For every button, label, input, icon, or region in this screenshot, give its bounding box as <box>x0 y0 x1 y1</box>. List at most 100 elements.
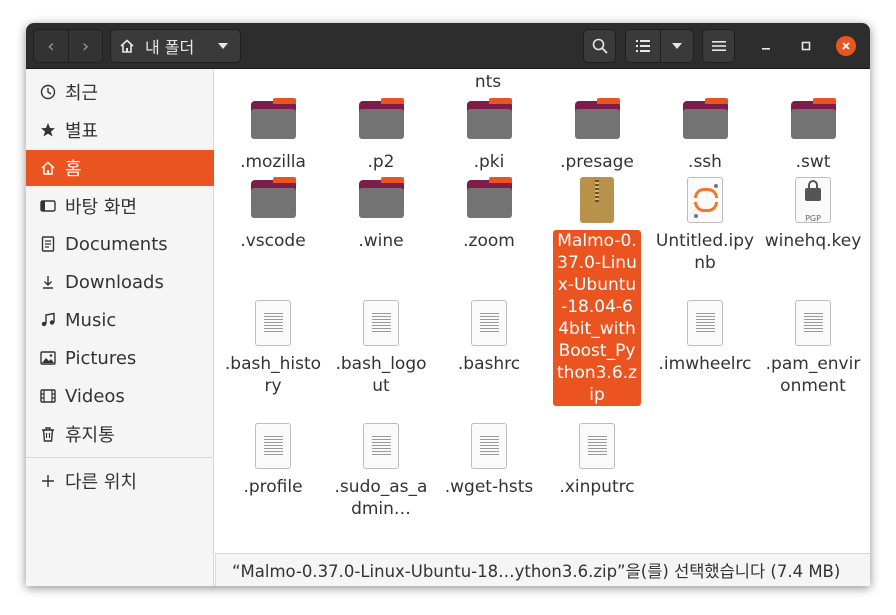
pgp-key-icon: PGP <box>789 176 837 224</box>
file-item-text[interactable]: .bashrc <box>435 299 543 375</box>
search-button[interactable] <box>583 29 616 63</box>
file-item-folder[interactable]: .vscode <box>219 176 327 252</box>
minimize-icon <box>762 48 770 50</box>
close-button[interactable] <box>836 36 856 56</box>
maximize-button[interactable] <box>796 36 816 56</box>
chevron-down-icon <box>671 43 682 49</box>
sidebar-item-label: Pictures <box>65 347 137 369</box>
forward-button[interactable]: › <box>67 30 102 62</box>
folder-icon <box>249 176 297 224</box>
file-label: .bashrc <box>457 354 521 374</box>
file-label: .profile <box>243 477 303 497</box>
folder-icon <box>573 97 621 145</box>
minimize-button[interactable] <box>756 36 776 56</box>
dropdown-arrow-icon[interactable] <box>218 43 229 49</box>
file-label: .pki <box>473 152 505 172</box>
file-item-text[interactable]: .pam_environment <box>759 299 867 397</box>
file-item-notebook[interactable]: Untitled.ipynb <box>651 176 759 274</box>
desktop-icon <box>39 197 57 215</box>
forward-icon: › <box>81 35 90 57</box>
sidebar-item-label: Videos <box>65 385 125 407</box>
home-icon <box>120 39 134 53</box>
sidebar-item-label: 별표 <box>65 121 99 142</box>
sidebar-item-home[interactable]: 홈 <box>26 150 214 186</box>
file-label: .vscode <box>240 231 306 251</box>
file-item-folder[interactable]: .presage <box>543 97 651 173</box>
file-manager-window: ‹ › 내 폴더 최근 별표 홈 바탕 화면 Documents Downloa… <box>26 23 870 586</box>
text-file-icon <box>465 422 513 470</box>
folder-icon <box>465 97 513 145</box>
folder-icon <box>357 97 405 145</box>
sidebar-item-downloads[interactable]: Downloads <box>26 264 214 300</box>
file-label: Malmo-0.37.0-Linux-Ubuntu-18.04-64bit_wi… <box>553 230 641 406</box>
sidebar-item-label: 바탕 화면 <box>65 197 137 218</box>
file-item-partial[interactable]: nts <box>434 69 542 93</box>
file-item-pgp-key[interactable]: PGP winehq.key <box>759 176 867 252</box>
file-label: nts <box>474 72 502 92</box>
file-item-folder[interactable]: .ssh <box>651 97 759 173</box>
file-item-folder[interactable]: .pki <box>435 97 543 173</box>
back-button[interactable]: ‹ <box>34 30 68 62</box>
text-file-icon <box>357 299 405 347</box>
navigation-buttons: ‹ › <box>33 29 103 63</box>
file-item-folder[interactable]: .mozilla <box>219 97 327 173</box>
text-file-icon <box>573 422 621 470</box>
folder-icon <box>357 176 405 224</box>
home-icon <box>39 159 57 177</box>
text-file-icon <box>249 422 297 470</box>
text-file-icon <box>249 299 297 347</box>
sidebar-item-recent[interactable]: 최근 <box>26 74 214 110</box>
maximize-icon <box>801 41 811 51</box>
file-item-text[interactable]: .imwheelrc <box>651 299 759 375</box>
clock-icon <box>39 83 57 101</box>
file-item-text[interactable]: .xinputrc <box>543 422 651 498</box>
file-label: Untitled.ipynb <box>655 231 755 273</box>
trash-icon <box>39 425 57 443</box>
sidebar-item-pictures[interactable]: Pictures <box>26 340 214 376</box>
file-item-text[interactable]: .wget-hsts <box>435 422 543 498</box>
status-text: “Malmo-0.37.0-Linux-Ubuntu-18…ython3.6.z… <box>232 562 841 581</box>
location-label: 내 폴더 <box>145 38 195 57</box>
file-item-text[interactable]: .bash_history <box>219 299 327 397</box>
sidebar-item-label: 최근 <box>65 83 99 104</box>
file-label: .bash_history <box>224 354 322 396</box>
download-icon <box>39 273 57 291</box>
sidebar-item-trash[interactable]: 휴지통 <box>26 416 214 452</box>
sidebar-item-documents[interactable]: Documents <box>26 226 214 262</box>
file-item-folder[interactable]: .zoom <box>435 176 543 252</box>
sidebar-separator <box>26 457 214 458</box>
file-item-text[interactable]: .sudo_as_admin… <box>327 422 435 520</box>
hamburger-menu-icon <box>711 41 726 51</box>
sidebar-item-starred[interactable]: 별표 <box>26 112 214 148</box>
list-view-button[interactable] <box>626 30 660 62</box>
text-file-icon <box>357 422 405 470</box>
archive-icon <box>573 176 621 224</box>
file-label: .presage <box>560 152 634 172</box>
text-file-icon <box>789 299 837 347</box>
file-label: .imwheelrc <box>658 354 752 374</box>
file-item-folder[interactable]: .wine <box>327 176 435 252</box>
file-item-text[interactable]: .profile <box>219 422 327 498</box>
sidebar-item-desktop[interactable]: 바탕 화면 <box>26 188 214 224</box>
sidebar-item-videos[interactable]: Videos <box>26 378 214 414</box>
selection-status-bar: “Malmo-0.37.0-Linux-Ubuntu-18…ython3.6.z… <box>215 553 870 586</box>
file-item-text[interactable]: .bash_logout <box>327 299 435 397</box>
sidebar: 최근 별표 홈 바탕 화면 Documents Downloads Music <box>26 69 214 586</box>
text-file-icon <box>681 299 729 347</box>
file-item-zip-selected[interactable]: Malmo-0.37.0-Linux-Ubuntu-18.04-64bit_wi… <box>543 176 651 406</box>
sidebar-item-other-locations[interactable]: 다른 위치 <box>26 463 214 499</box>
file-label: .ssh <box>688 152 722 172</box>
sidebar-item-label: 홈 <box>65 159 82 180</box>
music-icon <box>39 311 57 329</box>
menu-button[interactable] <box>702 29 735 63</box>
file-item-folder[interactable]: .swt <box>759 97 867 173</box>
view-options-button[interactable] <box>659 30 694 62</box>
sidebar-item-label: Documents <box>65 233 168 255</box>
file-item-folder[interactable]: .p2 <box>327 97 435 173</box>
text-file-icon <box>465 299 513 347</box>
sidebar-item-music[interactable]: Music <box>26 302 214 338</box>
view-switcher <box>625 29 694 63</box>
sidebar-item-label: 휴지통 <box>65 425 115 446</box>
location-button[interactable]: 내 폴더 <box>110 29 241 63</box>
folder-icon <box>789 97 837 145</box>
